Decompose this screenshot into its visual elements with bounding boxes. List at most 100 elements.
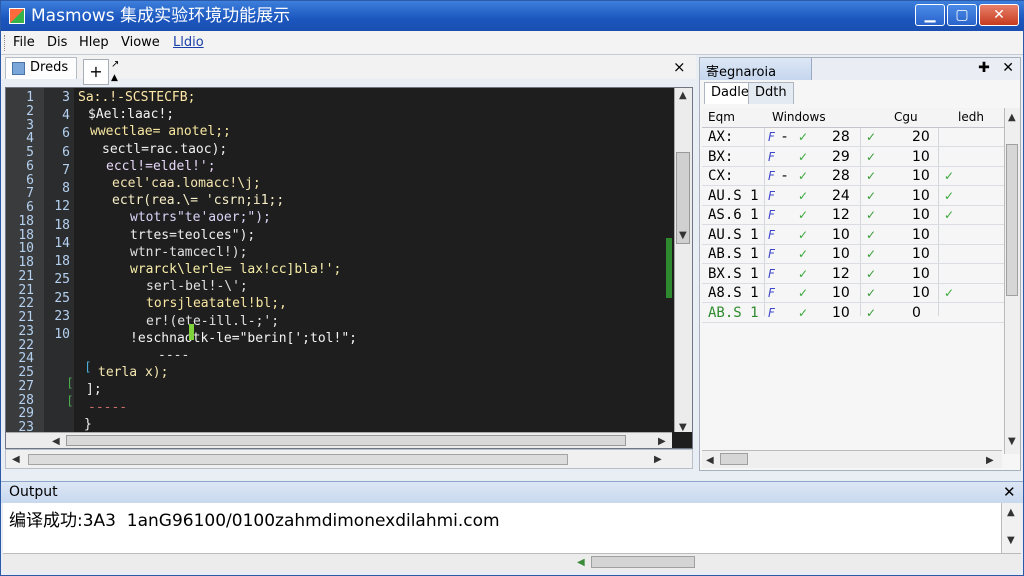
column-header[interactable]: ledh xyxy=(958,110,984,124)
table-row[interactable]: AU.S 1 10 10 F ✓ ✓ xyxy=(702,226,1004,245)
check-icon[interactable]: ✓ xyxy=(798,304,808,323)
scroll-right-icon[interactable]: ▶ xyxy=(986,455,994,466)
column-header[interactable]: Eqm xyxy=(708,110,735,124)
menu-dis[interactable]: Dis xyxy=(47,35,67,50)
code-line[interactable]: serl-bel!-\'; xyxy=(146,279,248,294)
check-icon[interactable]: ✓ xyxy=(866,226,876,245)
table-row[interactable]: AX: 28 20 F - ✓ ✓ xyxy=(702,128,1004,147)
output-close-button[interactable]: ✕ xyxy=(1003,483,1016,501)
new-tab-button[interactable]: + xyxy=(83,59,109,85)
title-bar[interactable]: Masmows 集成实验环境功能展示 ▁ ▢ ✕ xyxy=(1,1,1024,31)
column-header[interactable]: Windows xyxy=(772,110,826,124)
code-line[interactable]: wrarck\lerle= lax!cc]bla!'; xyxy=(130,262,341,277)
scroll-left-icon[interactable]: ◀ xyxy=(577,557,585,568)
check-icon[interactable]: ✓ xyxy=(866,265,876,284)
check-icon[interactable]: ✓ xyxy=(798,167,808,186)
scroll-up-icon[interactable]: ▲ xyxy=(679,90,687,101)
check-icon[interactable]: ✓ xyxy=(798,226,808,245)
check-icon[interactable]: ✓ xyxy=(798,128,808,147)
code-line[interactable]: !eschnaotk-le="berin[';tol!"; xyxy=(130,331,357,346)
menu-file[interactable]: File xyxy=(13,35,35,50)
scroll-right-icon[interactable]: ▶ xyxy=(658,436,666,447)
minimize-button[interactable]: ▁ xyxy=(915,4,945,26)
code-editor[interactable]: 1 2 3 4 5 6 6 7 6 18 18 10 18 21 21 22 21 23 22 24 25 27 28 29 2… xyxy=(5,87,693,449)
scroll-left-icon[interactable]: ◀ xyxy=(12,454,20,465)
maximize-button[interactable]: ▢ xyxy=(947,4,977,26)
table-row[interactable]: BX: 29 10 F ✓ ✓ xyxy=(702,148,1004,167)
code-line[interactable]: terla x); xyxy=(98,365,168,380)
code-line[interactable]: eccl!=eldel!'; xyxy=(106,159,216,174)
check-icon[interactable]: ✓ xyxy=(944,284,954,303)
code-line[interactable]: trtes=teolces"); xyxy=(130,228,255,243)
table-row[interactable]: BX.S 1 12 10 F ✓ ✓ xyxy=(702,265,1004,284)
menu-help[interactable]: Hlep xyxy=(79,35,109,50)
tab-scroll-up-icon[interactable]: ↗ xyxy=(111,59,119,70)
output-vertical-scrollbar[interactable]: ▲ ▼ xyxy=(1001,503,1021,553)
output-horizontal-scrollbar[interactable] xyxy=(3,553,1021,571)
code-line[interactable]: ecel'caa.lomacc!\j; xyxy=(112,176,261,191)
scroll-up-icon[interactable]: ▲ xyxy=(1008,112,1016,123)
tab-designs[interactable]: Dreds xyxy=(5,57,77,79)
fold-marker[interactable]: [ xyxy=(68,376,73,390)
editor-horizontal-scroll-thumb[interactable] xyxy=(66,435,626,446)
check-icon[interactable]: ✓ xyxy=(944,167,954,186)
scroll-down-icon[interactable]: ▼ xyxy=(679,230,687,241)
scroll-right-icon[interactable]: ▶ xyxy=(654,454,662,465)
check-icon[interactable]: ✓ xyxy=(866,284,876,303)
registers-tab[interactable]: 寄egnaroia xyxy=(700,58,812,80)
check-icon[interactable]: ✓ xyxy=(866,206,876,225)
scroll-down-icon[interactable]: ▼ xyxy=(1008,436,1016,447)
fold-marker[interactable]: [ xyxy=(86,360,91,374)
registers-vertical-scroll-thumb[interactable] xyxy=(1006,144,1018,296)
code-line[interactable]: } xyxy=(84,417,92,432)
editor-close-button[interactable]: × xyxy=(673,58,686,76)
menu-view[interactable]: Viowe xyxy=(121,35,160,50)
check-icon[interactable]: ✓ xyxy=(944,206,954,225)
table-row[interactable]: CX: 28 10 F - ✓ ✓ ✓ xyxy=(702,167,1004,186)
document-scroll-thumb[interactable] xyxy=(28,454,568,465)
check-icon[interactable]: ✓ xyxy=(798,284,808,303)
check-icon[interactable]: ✓ xyxy=(798,206,808,225)
table-row[interactable]: A8.S 1 10 10 F ✓ ✓ ✓ xyxy=(702,284,1004,303)
column-header[interactable]: Cgu xyxy=(894,110,918,124)
code-line[interactable]: wwectlae= anotel;; xyxy=(90,124,231,139)
registers-close-button[interactable]: ✕ xyxy=(1002,60,1014,76)
code-line[interactable]: ---- xyxy=(158,348,189,363)
code-line[interactable]: ----- xyxy=(88,400,127,415)
table-row[interactable]: AB.S 1 10 10 F ✓ ✓ xyxy=(702,245,1004,264)
subtab-ddth[interactable]: Ddth xyxy=(748,82,794,104)
tab-scroll-down-icon[interactable]: ▲ xyxy=(111,73,118,83)
check-icon[interactable]: ✓ xyxy=(798,265,808,284)
check-icon[interactable]: ✓ xyxy=(798,187,808,206)
code-line[interactable]: Sa:.!-SCSTECFB; xyxy=(78,90,195,105)
scroll-down-icon[interactable]: ▼ xyxy=(679,422,687,433)
code-line[interactable]: er!(ete-ill.l-;'; xyxy=(146,314,279,329)
table-row[interactable]: AS.6 1 12 10 F ✓ ✓ ✓ xyxy=(702,206,1004,225)
check-icon[interactable]: ✓ xyxy=(798,245,808,264)
code-line[interactable]: torsjleatatel!bl;, xyxy=(146,296,287,311)
code-line[interactable]: ectr(rea.\= 'csrn;i1;; xyxy=(112,193,284,208)
code-line[interactable]: $Ael:laac!; xyxy=(88,107,174,122)
document-horizontal-scrollbar[interactable]: ◀ ▶ xyxy=(5,449,693,469)
check-icon[interactable]: ✓ xyxy=(866,187,876,206)
check-icon[interactable]: ✓ xyxy=(866,128,876,147)
registers-horizontal-scroll-thumb[interactable] xyxy=(720,453,748,465)
check-icon[interactable]: ✓ xyxy=(798,148,808,167)
check-icon[interactable]: ✓ xyxy=(866,167,876,186)
code-line[interactable]: wtnr-tamcecl!); xyxy=(130,245,247,260)
output-horizontal-scroll-thumb[interactable] xyxy=(591,556,695,568)
code-line[interactable]: wtotrs"te'aoer;"); xyxy=(130,210,271,225)
check-icon[interactable]: ✓ xyxy=(944,187,954,206)
code-line[interactable]: sectl=rac.taoc); xyxy=(102,142,227,157)
check-icon[interactable]: ✓ xyxy=(866,304,876,323)
menu-edit[interactable]: Lldio xyxy=(173,35,204,50)
table-row[interactable]: AB.S 1 10 0 F ✓ ✓ xyxy=(702,304,1004,323)
fold-marker[interactable]: [ xyxy=(68,394,73,408)
pin-icon[interactable]: ✚ xyxy=(978,60,990,76)
close-window-button[interactable]: ✕ xyxy=(979,4,1019,26)
editor-vertical-scrollbar[interactable] xyxy=(674,88,692,432)
check-icon[interactable]: ✓ xyxy=(866,148,876,167)
scroll-down-icon[interactable]: ▼ xyxy=(1007,535,1015,546)
scroll-left-icon[interactable]: ◀ xyxy=(52,436,60,447)
scroll-up-icon[interactable]: ▲ xyxy=(1007,507,1015,518)
